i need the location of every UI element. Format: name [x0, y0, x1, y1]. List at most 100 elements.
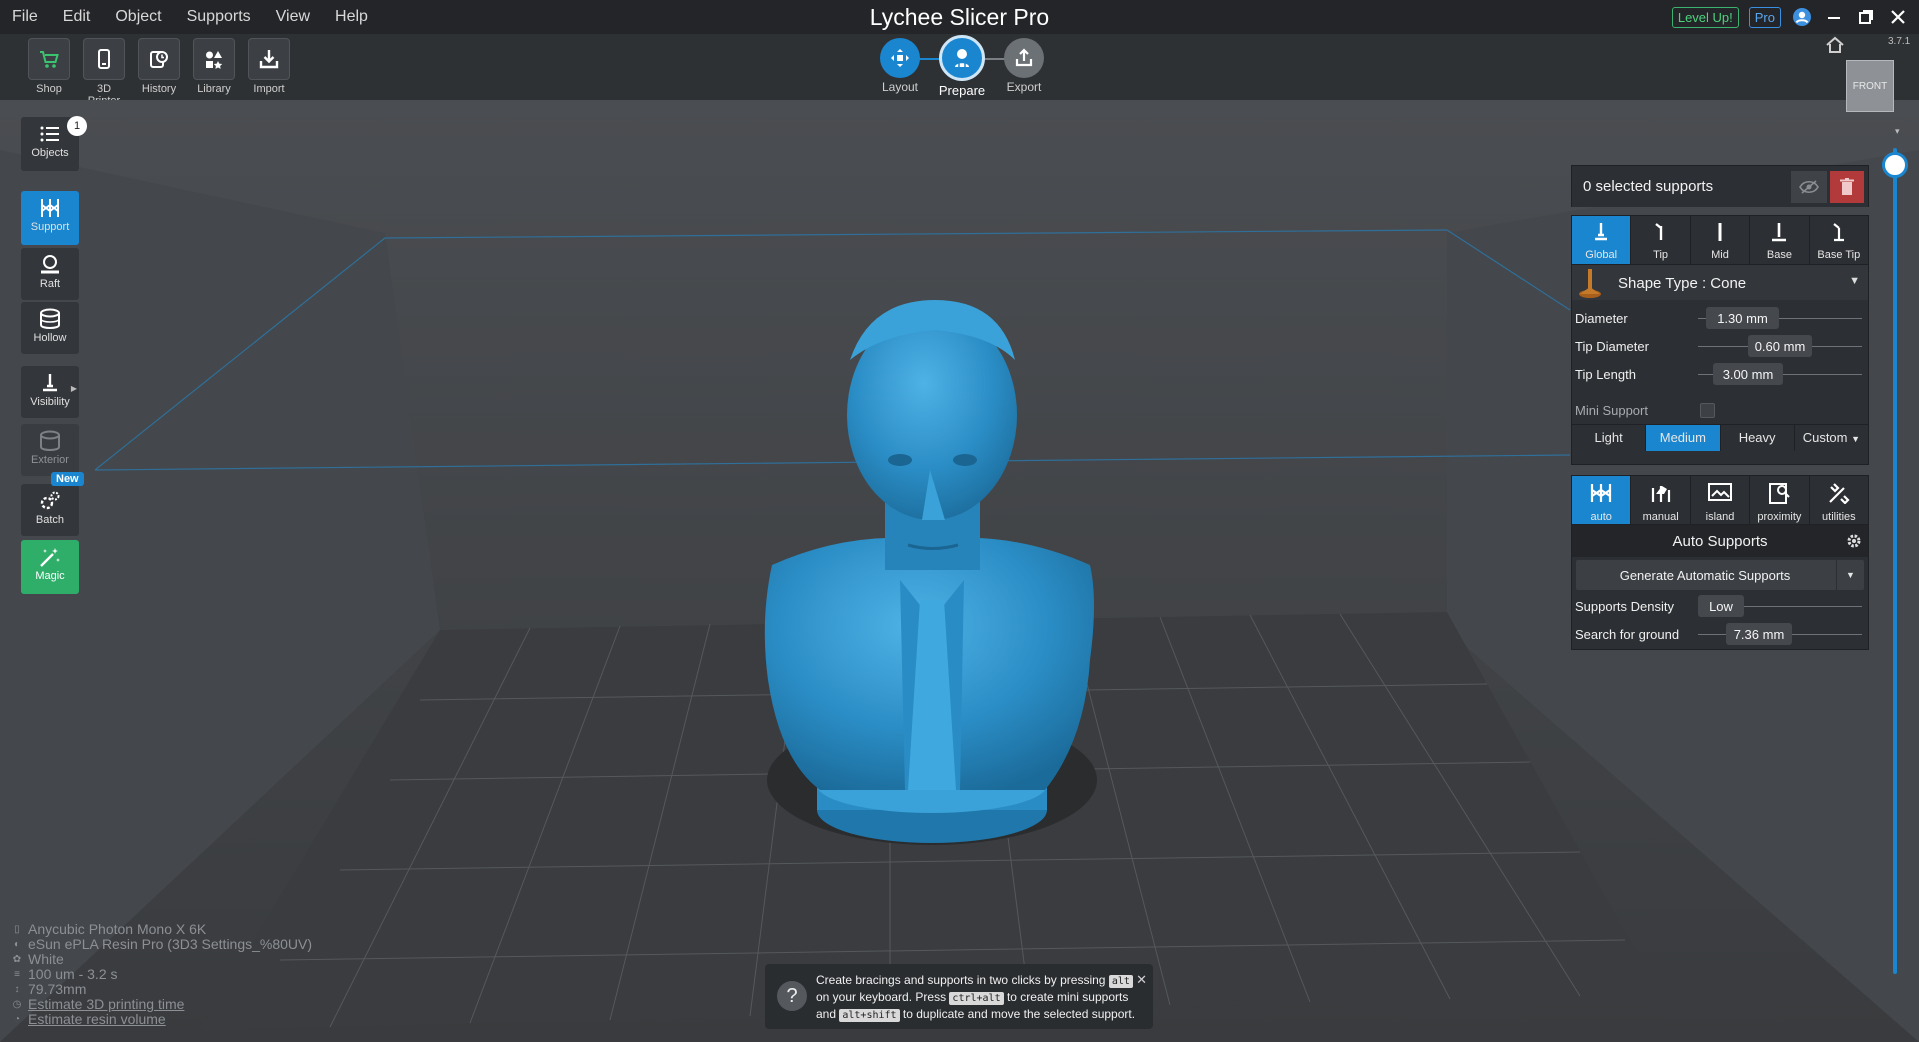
chevron-right-icon: ▶ [70, 384, 77, 393]
import-button[interactable]: Import [246, 38, 292, 95]
resin-color: White [28, 951, 64, 967]
exterior-button[interactable]: Exterior [21, 424, 79, 476]
diameter-value[interactable]: 1.30 mm [1706, 307, 1779, 329]
minimize-icon[interactable] [1823, 6, 1845, 28]
tab-base-tip[interactable]: Base Tip [1810, 216, 1868, 264]
tip-length-value[interactable]: 3.00 mm [1713, 363, 1783, 385]
tip-line3a: and [816, 1007, 837, 1021]
step-export-label: Export [1006, 80, 1042, 94]
chevron-down-icon[interactable]: ▾ [1895, 126, 1900, 137]
tab-utilities[interactable]: utilities [1810, 476, 1868, 524]
supports-density-label: Supports Density [1575, 599, 1674, 614]
preset-heavy[interactable]: Heavy [1721, 425, 1795, 451]
resin-name: eSun ePLA Resin Pro (3D3 Settings_%80UV) [28, 936, 313, 952]
delete-supports-icon[interactable] [1830, 171, 1864, 203]
cone-shape-icon [1576, 267, 1604, 304]
import-label: Import [253, 83, 285, 95]
mini-support-row: Mini Support [1572, 396, 1868, 424]
tab-global[interactable]: Global [1572, 216, 1632, 264]
tab-island[interactable]: island [1691, 476, 1751, 524]
close-tip-icon[interactable]: ✕ [1136, 972, 1147, 988]
tip-diameter-row: Tip Diameter 0.60 mm [1572, 332, 1868, 360]
tab-tip[interactable]: Tip [1631, 216, 1691, 264]
library-icon [193, 38, 235, 80]
step-prepare[interactable]: Prepare [932, 35, 992, 98]
chevron-down-icon: ▼ [1849, 275, 1860, 287]
support-icon [21, 191, 79, 219]
magic-button[interactable]: Magic [21, 540, 79, 594]
model-height: 79.73mm [28, 981, 87, 997]
resin-icon: ◐ [13, 939, 21, 950]
library-label: Library [197, 83, 231, 95]
support-type-tabs: Global Tip Mid Base Base Tip [1572, 216, 1868, 264]
pro-badge[interactable]: Pro [1748, 6, 1781, 28]
printer-icon: ▯ [14, 924, 20, 935]
preset-medium[interactable]: Medium [1646, 425, 1721, 451]
batch-gear-icon [21, 484, 79, 512]
global-support-icon [1595, 223, 1608, 241]
library-button[interactable]: Library [191, 38, 237, 95]
auto-supports-header: Auto Supports [1572, 524, 1868, 557]
mini-support-checkbox[interactable] [1700, 403, 1715, 418]
printer-icon [83, 38, 125, 80]
gear-icon[interactable] [1846, 533, 1862, 554]
selected-supports-bar: 0 selected supports [1571, 165, 1869, 207]
history-label: History [141, 83, 177, 95]
version-label: 3.7.1 [1888, 36, 1911, 47]
generate-supports-button[interactable]: Generate Automatic Supports ▼ [1576, 560, 1864, 590]
history-button[interactable]: History [136, 38, 182, 95]
cart-icon [28, 38, 70, 80]
tab-island-label: island [1705, 511, 1735, 523]
layer-slider-handle[interactable] [1882, 152, 1908, 178]
estimate-time-link[interactable]: Estimate 3D printing time [28, 997, 184, 1012]
tab-mid[interactable]: Mid [1691, 216, 1751, 264]
3d-printer-button[interactable]: 3D Printer [81, 38, 127, 107]
import-icon [248, 38, 290, 80]
level-up-badge[interactable]: Level Up! [1671, 6, 1739, 28]
step-export[interactable]: Export [994, 38, 1054, 94]
hide-supports-icon[interactable] [1791, 171, 1827, 203]
tip-line1: Create bracings and supports in two clic… [816, 973, 1106, 987]
chevron-down-icon[interactable]: ▼ [1836, 560, 1864, 590]
objects-count-badge: 1 [67, 116, 87, 136]
tab-base[interactable]: Base [1750, 216, 1810, 264]
hollow-button[interactable]: Hollow [21, 302, 79, 354]
clock-icon: ◷ [12, 999, 22, 1010]
visibility-button[interactable]: Visibility ▶ [21, 366, 79, 418]
visibility-label: Visibility [30, 396, 70, 408]
search-ground-value[interactable]: 7.36 mm [1726, 623, 1792, 645]
home-icon[interactable] [1825, 36, 1845, 59]
close-icon[interactable] [1887, 6, 1909, 28]
shop-button[interactable]: Shop [26, 38, 72, 95]
tab-manual[interactable]: manual [1631, 476, 1691, 524]
objects-button[interactable]: Objects 1 [21, 116, 87, 171]
view-cube[interactable]: FRONT [1846, 60, 1894, 112]
preset-light[interactable]: Light [1572, 425, 1647, 451]
tab-proximity[interactable]: proximity [1750, 476, 1810, 524]
batch-label: Batch [35, 514, 65, 526]
generate-supports-label: Generate Automatic Supports [1619, 568, 1791, 583]
export-icon [1004, 38, 1044, 78]
maximize-icon[interactable] [1855, 6, 1877, 28]
supports-density-value[interactable]: Low [1698, 595, 1744, 617]
history-icon [138, 38, 180, 80]
shape-type-dropdown[interactable]: Shape Type : Cone ▼ [1572, 264, 1868, 300]
tab-auto[interactable]: auto [1572, 476, 1632, 524]
support-presets: Light Medium Heavy Custom ▼ [1572, 424, 1868, 451]
preset-custom[interactable]: Custom ▼ [1795, 425, 1868, 451]
tip-line2a: on your keyboard. Press [816, 990, 947, 1004]
search-ground-row: Search for ground 7.36 mm [1572, 620, 1868, 648]
batch-button[interactable]: Batch New [21, 472, 84, 536]
layer-slider-track[interactable] [1893, 148, 1897, 974]
raft-button[interactable]: Raft [21, 248, 79, 300]
step-layout[interactable]: Layout [870, 38, 930, 94]
estimate-volume-link[interactable]: Estimate resin volume [28, 1012, 166, 1027]
account-icon[interactable] [1791, 6, 1813, 28]
auto-support-icon [1591, 484, 1612, 502]
shape-type-label: Shape Type : Cone [1618, 275, 1747, 292]
preset-custom-label: Custom [1802, 430, 1848, 445]
support-button[interactable]: Support [21, 191, 79, 245]
tip-diameter-value[interactable]: 0.60 mm [1748, 335, 1812, 357]
step-layout-label: Layout [881, 80, 919, 94]
view-cube-label: FRONT [1852, 80, 1888, 92]
